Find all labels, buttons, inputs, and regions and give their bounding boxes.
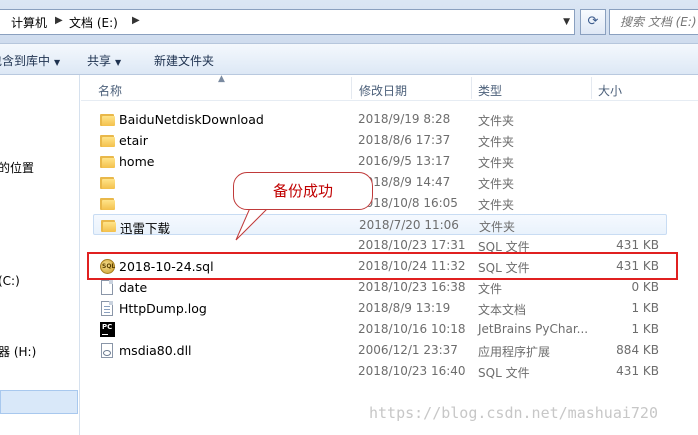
refresh-button[interactable]: ⟳ bbox=[580, 9, 606, 35]
file-date: 2018/10/23 17:31 bbox=[358, 238, 466, 252]
file-date: 2006/12/1 23:37 bbox=[358, 343, 458, 357]
file-size: 1 KB bbox=[631, 322, 659, 336]
file-type: 文件夹 bbox=[478, 114, 515, 128]
nav-item-drive-c[interactable]: (C:) bbox=[0, 274, 20, 288]
chevron-down-icon: ▼ bbox=[54, 58, 61, 67]
file-row[interactable]: date 2018/10/23 16:38 文件 0 KB bbox=[93, 277, 667, 298]
folder-icon bbox=[100, 154, 115, 169]
file-row[interactable]: 2018/10/23 16:40 SQL 文件 431 KB bbox=[93, 361, 667, 382]
file-name: msdia80.dll bbox=[119, 343, 192, 358]
file-name: HttpDump.log bbox=[119, 301, 207, 316]
file-date: 2018/10/23 16:40 bbox=[358, 364, 466, 378]
address-box[interactable]: 计算机 ▶ 文档 (E:) ▶ ▼ bbox=[0, 9, 575, 35]
column-header: ▲ 名称 修改日期 类型 大小 bbox=[81, 74, 698, 101]
navigation-pane: 的位置 (C:) 器 (H:) bbox=[0, 75, 80, 435]
folder-icon bbox=[100, 133, 115, 148]
folder-icon bbox=[100, 112, 115, 127]
file-row[interactable]: PC 2018/10/16 10:18 JetBrains PyChar... … bbox=[93, 319, 667, 340]
file-type: 文件夹 bbox=[478, 198, 515, 212]
file-type: 文件夹 bbox=[478, 135, 515, 149]
nav-item-drive-h[interactable]: 器 (H:) bbox=[0, 343, 36, 360]
highlight-box bbox=[87, 252, 678, 280]
file-date: 2018/10/23 16:38 bbox=[358, 280, 466, 294]
nav-item-recent-places[interactable]: 的位置 bbox=[0, 159, 34, 176]
text-file-icon bbox=[101, 301, 113, 316]
file-name: etair bbox=[119, 133, 148, 148]
share-button[interactable]: 共享 ▼ bbox=[87, 52, 121, 69]
file-row-hovered[interactable]: 迅雷下载 2018/7/20 11:06 文件夹 bbox=[93, 214, 667, 236]
nav-item-selected-drive-e[interactable] bbox=[0, 390, 78, 414]
file-size: 431 KB bbox=[616, 238, 659, 252]
file-name: date bbox=[119, 280, 148, 295]
command-toolbar: 包含到库中▼ 共享▼ 新建文件夹 bbox=[0, 44, 698, 75]
file-type: 文件 bbox=[478, 282, 503, 296]
file-row[interactable]: msdia80.dll 2006/12/1 23:37 应用程序扩展 884 K… bbox=[93, 340, 667, 361]
new-folder-button[interactable]: 新建文件夹 bbox=[154, 52, 214, 69]
file-date: 2018/9/19 8:28 bbox=[358, 112, 451, 126]
file-row[interactable]: home 2016/9/5 13:17 文件夹 bbox=[93, 151, 667, 172]
column-size[interactable]: 大小 bbox=[598, 82, 622, 99]
file-date: 2016/9/5 13:17 bbox=[358, 154, 451, 168]
refresh-icon: ⟳ bbox=[587, 14, 599, 29]
file-type: SQL 文件 bbox=[478, 366, 530, 380]
chevron-down-icon: ▼ bbox=[115, 58, 122, 67]
file-row[interactable]: 2018/8/9 14:47 文件夹 bbox=[93, 172, 667, 193]
watermark-text: https://blog.csdn.net/mashuai720 bbox=[369, 404, 658, 422]
file-type: 文本文档 bbox=[478, 303, 527, 317]
file-date: 2018/10/16 10:18 bbox=[358, 322, 466, 336]
file-date: 2018/7/20 11:06 bbox=[359, 218, 459, 232]
chevron-right-icon[interactable]: ▶ bbox=[55, 15, 63, 26]
search-input[interactable] bbox=[610, 10, 698, 34]
column-date-modified[interactable]: 修改日期 bbox=[359, 82, 407, 99]
address-bar-area: 计算机 ▶ 文档 (E:) ▶ ▼ ⟳ bbox=[0, 0, 698, 44]
file-row[interactable]: HttpDump.log 2018/8/9 13:19 文本文档 1 KB bbox=[93, 298, 667, 319]
file-row[interactable]: 2018/10/8 16:05 文件夹 bbox=[93, 193, 667, 214]
file-size: 0 KB bbox=[631, 280, 659, 294]
file-type: JetBrains PyChar... bbox=[478, 322, 589, 336]
file-type: 文件夹 bbox=[478, 156, 515, 170]
include-in-library-button[interactable]: 包含到库中▼ bbox=[0, 52, 60, 69]
column-name[interactable]: 名称 bbox=[98, 82, 122, 99]
sort-ascending-icon: ▲ bbox=[218, 74, 225, 84]
blank-file-icon bbox=[101, 280, 113, 295]
folder-icon bbox=[101, 218, 116, 233]
column-divider[interactable] bbox=[351, 77, 352, 99]
breadcrumb-computer[interactable]: 计算机 bbox=[11, 14, 47, 31]
file-date: 2018/8/9 13:19 bbox=[358, 301, 451, 315]
column-divider[interactable] bbox=[591, 77, 592, 99]
dll-file-icon bbox=[101, 343, 113, 358]
file-row[interactable]: etair 2018/8/6 17:37 文件夹 bbox=[93, 130, 667, 151]
file-date: 2018/8/6 17:37 bbox=[358, 133, 451, 147]
column-type[interactable]: 类型 bbox=[478, 82, 502, 99]
folder-icon bbox=[100, 196, 115, 211]
file-size: 884 KB bbox=[616, 343, 659, 357]
callout-bubble: 备份成功 bbox=[233, 172, 373, 210]
file-type: 文件夹 bbox=[478, 177, 515, 191]
column-divider[interactable] bbox=[471, 77, 472, 99]
folder-icon bbox=[100, 175, 115, 190]
file-date: 2018/10/8 16:05 bbox=[358, 196, 458, 210]
file-type: 文件夹 bbox=[479, 220, 516, 234]
file-type: 应用程序扩展 bbox=[478, 345, 551, 359]
chevron-down-icon[interactable]: ▼ bbox=[563, 17, 570, 27]
file-row[interactable]: BaiduNetdiskDownload 2018/9/19 8:28 文件夹 bbox=[93, 109, 667, 130]
breadcrumb-drive-e[interactable]: 文档 (E:) bbox=[69, 14, 118, 31]
file-size: 431 KB bbox=[616, 364, 659, 378]
file-name: home bbox=[119, 154, 155, 169]
pycharm-icon: PC bbox=[100, 322, 115, 337]
chevron-right-icon[interactable]: ▶ bbox=[132, 15, 140, 26]
file-name: BaiduNetdiskDownload bbox=[119, 112, 264, 127]
file-size: 1 KB bbox=[631, 301, 659, 315]
search-box[interactable] bbox=[609, 9, 698, 35]
